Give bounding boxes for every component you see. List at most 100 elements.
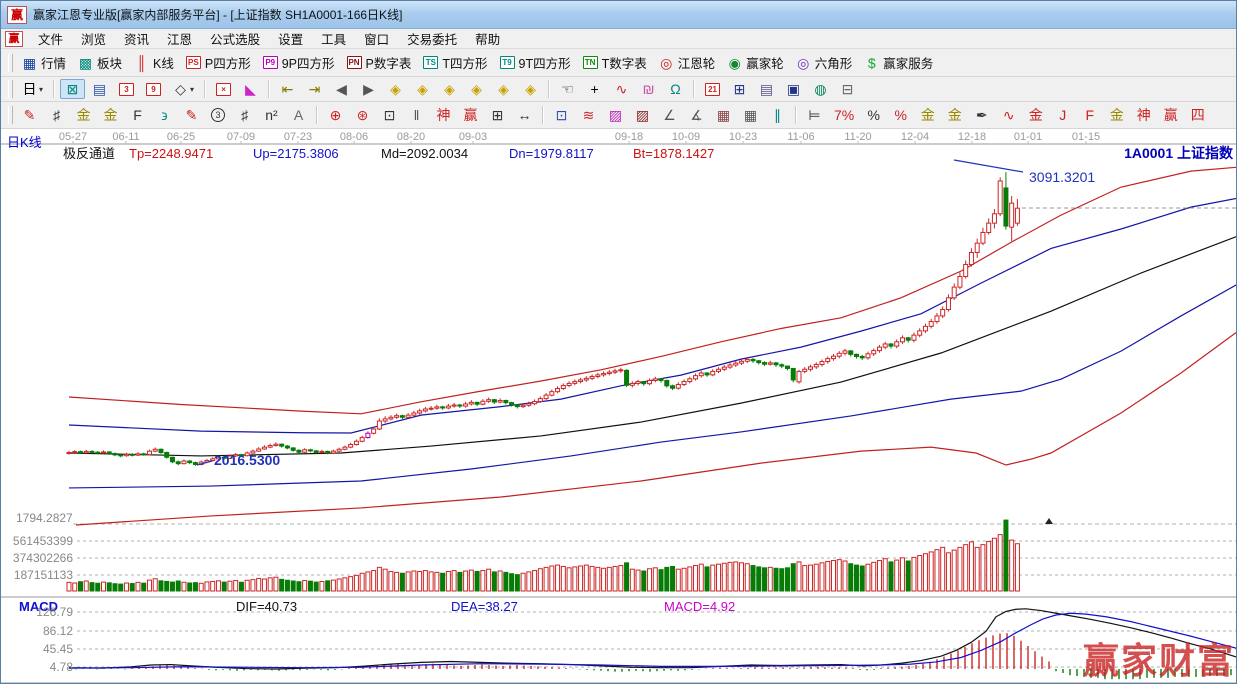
gann-diamond-5-button[interactable]: ◈ (491, 79, 516, 99)
chart-area[interactable]: 05-2706-1106-2507-0907-2308-0608-2009-03… (1, 129, 1237, 684)
toolbar-grip[interactable] (8, 54, 13, 72)
grid-a-button[interactable]: ▦ (711, 105, 736, 125)
quotes-button[interactable]: ▦行情 (17, 51, 71, 74)
menu-item-工具[interactable]: 工具 (312, 28, 355, 49)
draw-red-button[interactable]: ✎ (179, 105, 204, 125)
tick-marks-button[interactable]: ǁ (404, 105, 429, 125)
last-page-button[interactable]: ⇥ (302, 79, 327, 99)
wave-a-button[interactable]: ∿ (996, 105, 1021, 125)
chart-3-button[interactable]: 3 (114, 81, 139, 98)
gann-diamond-6-button[interactable]: ◈ (518, 79, 543, 99)
grid-magenta-button[interactable]: ▨ (603, 105, 628, 125)
angle-ying-button[interactable]: 赢 (1158, 105, 1183, 125)
parallel-button[interactable]: ∥ (765, 105, 790, 125)
n-square-button[interactable]: n² (259, 105, 284, 125)
candle-style-button[interactable]: ◇▾ (168, 79, 199, 99)
angle-check-button[interactable]: ∡ (684, 105, 709, 125)
spider-web-button[interactable]: ⊛ (350, 105, 375, 125)
flag-chart-button[interactable]: ◣ (238, 79, 263, 99)
angle-f-button[interactable]: F (1077, 105, 1102, 125)
toolbar-grip[interactable] (8, 106, 13, 124)
angle-j-button[interactable]: J (1050, 105, 1075, 125)
winner-service-button[interactable]: $赢家服务 (859, 51, 938, 74)
kline-chart-svg[interactable]: 05-2706-1106-2507-0907-2308-0608-2009-03… (1, 129, 1237, 684)
next-bar-button[interactable]: ▶ (356, 79, 381, 99)
erase-lines-button[interactable]: × (211, 81, 236, 98)
hash-button[interactable]: ♯ (232, 105, 257, 125)
grid-pen-button[interactable]: ▦ (738, 105, 763, 125)
h-measure-button[interactable]: ↔ (512, 105, 537, 125)
fib-grid-button[interactable]: F (125, 105, 150, 125)
p-square-button[interactable]: PSP四方形 (181, 51, 256, 74)
gold-circle-button[interactable]: 金 (915, 105, 940, 125)
menu-item-帮助[interactable]: 帮助 (466, 28, 509, 49)
calendar-21-button[interactable]: 21 (700, 81, 725, 98)
toolbar-grip[interactable] (8, 80, 13, 98)
percent-7-button[interactable]: 7% (829, 105, 859, 125)
spiral-button[interactable]: ϶ (152, 105, 177, 125)
gann-diamond-1-button[interactable]: ◈ (383, 79, 408, 99)
menu-item-公式选股[interactable]: 公式选股 (201, 28, 269, 49)
9t-square-button[interactable]: T99T四方形 (495, 51, 576, 74)
menu-item-设置[interactable]: 设置 (269, 28, 312, 49)
grid-dark-button[interactable]: ▨ (630, 105, 655, 125)
notes-button[interactable]: ▤ (754, 79, 779, 99)
a-lines-button[interactable]: A (286, 105, 311, 125)
gann-box-tool-button[interactable]: ₪ (636, 79, 661, 99)
save-button[interactable]: ▣ (781, 79, 806, 99)
angle-shen-button[interactable]: 神 (1131, 105, 1156, 125)
fan-lines-button[interactable]: ≋ (576, 105, 601, 125)
gold-red-button[interactable]: 金 (1023, 105, 1048, 125)
gann-diamond-4-button[interactable]: ◈ (464, 79, 489, 99)
winner-wheel-button[interactable]: ◉赢家轮 (722, 51, 789, 74)
grid-123-button[interactable]: ⊞ (485, 105, 510, 125)
boxed-web-button[interactable]: ⊡ (377, 105, 402, 125)
angle-lines-button[interactable]: ∠ (657, 105, 682, 125)
title-bar[interactable]: 赢 赢家江恩专业版[赢家内部服务平台] - [上证指数 SH1A0001-166… (1, 1, 1236, 29)
ruler-button[interactable]: ⊨ (802, 105, 827, 125)
chart-9-button[interactable]: 9 (141, 81, 166, 98)
p-number-button[interactable]: PNP数字表 (342, 51, 417, 74)
quote-board-button[interactable]: ▤ (87, 79, 112, 99)
menu-item-江恩[interactable]: 江恩 (158, 28, 201, 49)
gold-lines-button[interactable]: 金 (942, 105, 967, 125)
window-box-button[interactable]: ⊡ (549, 105, 574, 125)
percent-line-button[interactable]: % (888, 105, 913, 125)
menu-item-浏览[interactable]: 浏览 (72, 28, 115, 49)
gann-diamond-2-button[interactable]: ◈ (410, 79, 435, 99)
wave-measure-button[interactable]: ∿ (609, 79, 634, 99)
h-lines-button[interactable]: ♯ (44, 105, 69, 125)
hexagon-button[interactable]: ◎六角形 (791, 51, 858, 74)
sectors-button[interactable]: ▩板块 (73, 51, 127, 74)
menu-item-文件[interactable]: 文件 (29, 28, 72, 49)
gold-grid-2-button[interactable]: 金 (98, 105, 123, 125)
analysis-tool-button[interactable]: Ω (663, 79, 688, 99)
ying-grid-button[interactable]: 赢 (458, 105, 483, 125)
percent-button[interactable]: % (861, 105, 886, 125)
angle-gold-button[interactable]: 金 (1104, 105, 1129, 125)
gann-diamond-3-button[interactable]: ◈ (437, 79, 462, 99)
mesh-chart-button[interactable]: ⊠ (60, 79, 85, 99)
menu-item-交易委托[interactable]: 交易委托 (398, 28, 466, 49)
angle-si-button[interactable]: 四 (1185, 105, 1210, 125)
gann-circle-button[interactable]: ⊕ (323, 105, 348, 125)
hand-tool-button[interactable]: ☜ (555, 79, 580, 99)
calculator-button[interactable]: ⊞ (727, 79, 752, 99)
t-number-button[interactable]: TNT数字表 (578, 51, 652, 74)
crosshair-button[interactable]: + (582, 79, 607, 99)
draw-pencil-button[interactable]: ✎ (17, 105, 42, 125)
shen-grid-button[interactable]: 神 (431, 105, 456, 125)
period-daily-button[interactable]: 日▾ (17, 79, 48, 99)
gold-grid-button[interactable]: 金 (71, 105, 96, 125)
gann-wheel-button[interactable]: ◎江恩轮 (654, 51, 721, 74)
9p-square-button[interactable]: P99P四方形 (258, 51, 340, 74)
first-page-button[interactable]: ⇤ (275, 79, 300, 99)
circle-3-button[interactable]: 3 (206, 106, 230, 124)
print-button[interactable]: ⊟ (835, 79, 860, 99)
network-button[interactable]: ◍ (808, 79, 833, 99)
menu-item-资讯[interactable]: 资讯 (115, 28, 158, 49)
ink-pen-button[interactable]: ✒ (969, 105, 994, 125)
menu-item-窗口[interactable]: 窗口 (355, 28, 398, 49)
kline-button[interactable]: ║K线 (129, 51, 179, 74)
prev-bar-button[interactable]: ◀ (329, 79, 354, 99)
